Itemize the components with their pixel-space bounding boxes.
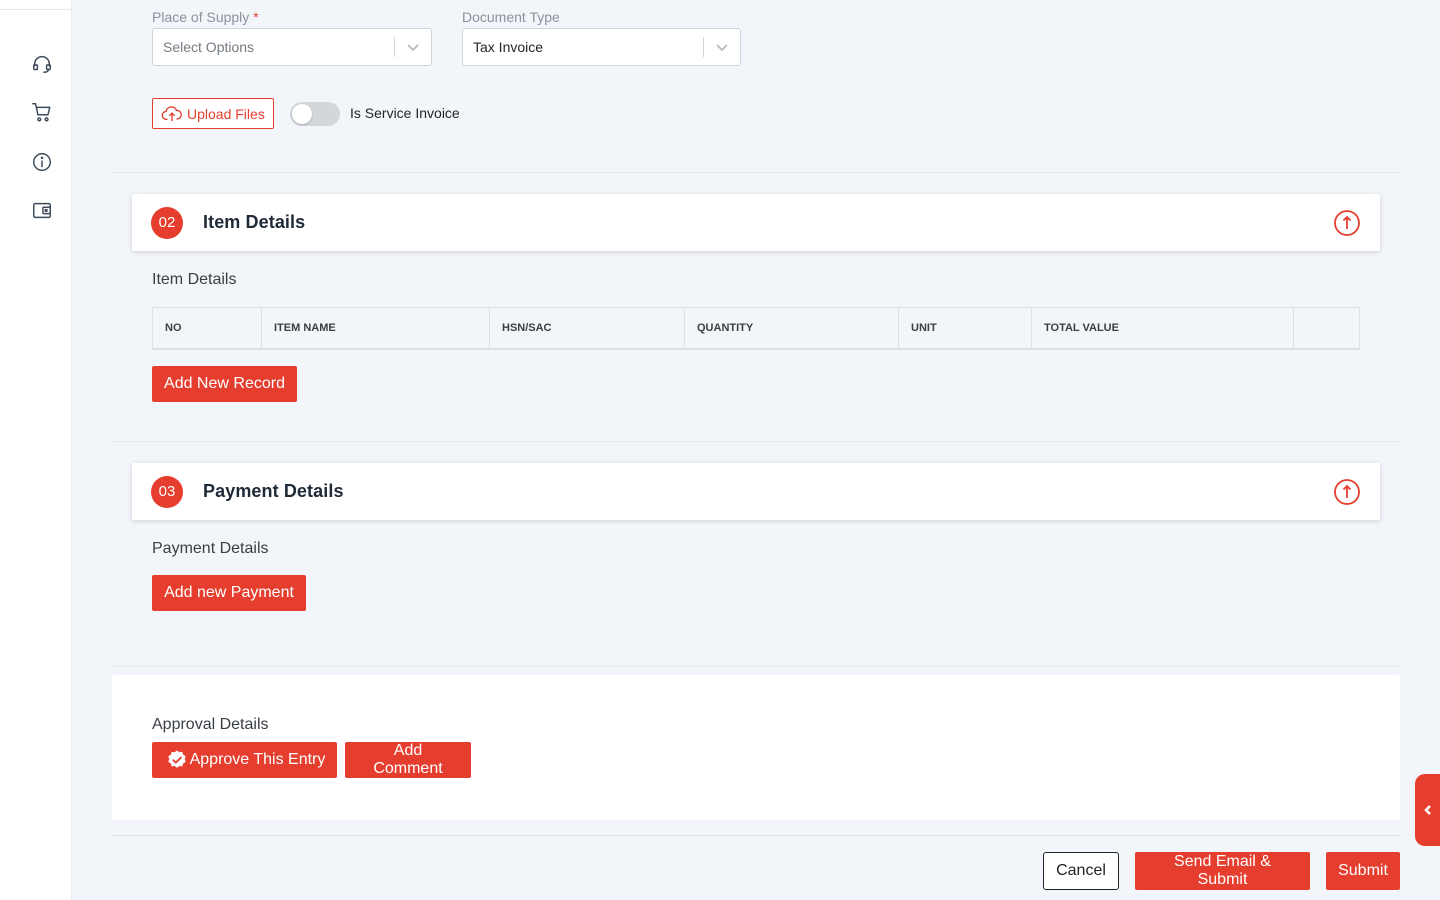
sidebar-divider [0,9,72,10]
submit-button[interactable]: Submit [1326,852,1400,890]
column-header-hsn-sac: HSN/SAC [490,308,685,348]
step-number: 03 [151,475,183,508]
payment-details-header[interactable]: 03 Payment Details [132,463,1380,520]
collapse-arrow-up-icon[interactable] [1333,478,1361,506]
place-of-supply-label: Place of Supply * [152,9,259,25]
column-header-quantity: QUANTITY [685,308,899,348]
cart-icon[interactable] [30,100,54,124]
approval-details-title: Approval Details [152,716,269,733]
item-details-header[interactable]: 02 Item Details [132,194,1380,251]
service-invoice-label: Is Service Invoice [350,105,460,121]
approve-entry-label: Approve This Entry [189,751,326,768]
approve-entry-button[interactable]: Approve This Entry [152,742,337,778]
collapse-arrow-up-icon[interactable] [1333,209,1361,237]
upload-files-button[interactable]: Upload Files [152,98,274,129]
column-header-total-value: TOTAL VALUE [1032,308,1294,348]
chevron-left-icon [1423,805,1431,815]
document-type-label: Document Type [462,9,560,25]
approval-card: Approval Details Approve This Entry Add … [112,675,1400,820]
place-of-supply-select[interactable]: Select Options [152,28,432,66]
document-type-value: Tax Invoice [473,39,544,55]
column-header-item-name: ITEM NAME [262,308,490,348]
footer-divider [112,835,1400,836]
chevron-down-icon[interactable] [395,40,431,54]
upload-files-label: Upload Files [187,105,265,122]
invoice-info-section [112,0,1400,173]
place-of-supply-value: Select Options [163,39,255,55]
column-header-unit: UNIT [899,308,1032,348]
headset-icon[interactable] [30,52,54,76]
payment-details-subtitle: Payment Details [152,540,269,557]
send-email-submit-button[interactable]: Send Email & Submit [1135,852,1310,890]
column-header-no: NO [153,308,262,348]
cancel-button[interactable]: Cancel [1043,852,1119,890]
cloud-upload-icon [161,105,182,121]
info-icon[interactable] [30,150,54,174]
item-details-subtitle: Item Details [152,271,237,288]
document-type-select[interactable]: Tax Invoice [462,28,741,66]
section-title: Payment Details [203,481,344,501]
wallet-icon[interactable] [30,198,54,222]
section-title: Item Details [203,212,306,232]
service-invoice-toggle[interactable] [290,102,340,126]
chevron-down-icon[interactable] [704,40,740,54]
verified-badge-icon [167,750,186,768]
item-table-header: NO ITEM NAME HSN/SAC QUANTITY UNIT TOTAL… [152,307,1360,350]
side-panel-toggle[interactable] [1415,774,1440,846]
sidebar [0,0,72,900]
step-number: 02 [151,206,183,239]
add-comment-button[interactable]: Add Comment [345,742,471,778]
add-new-payment-button[interactable]: Add new Payment [152,575,306,611]
column-header-actions [1294,308,1359,348]
add-new-record-button[interactable]: Add New Record [152,366,297,402]
toggle-knob [292,104,312,124]
